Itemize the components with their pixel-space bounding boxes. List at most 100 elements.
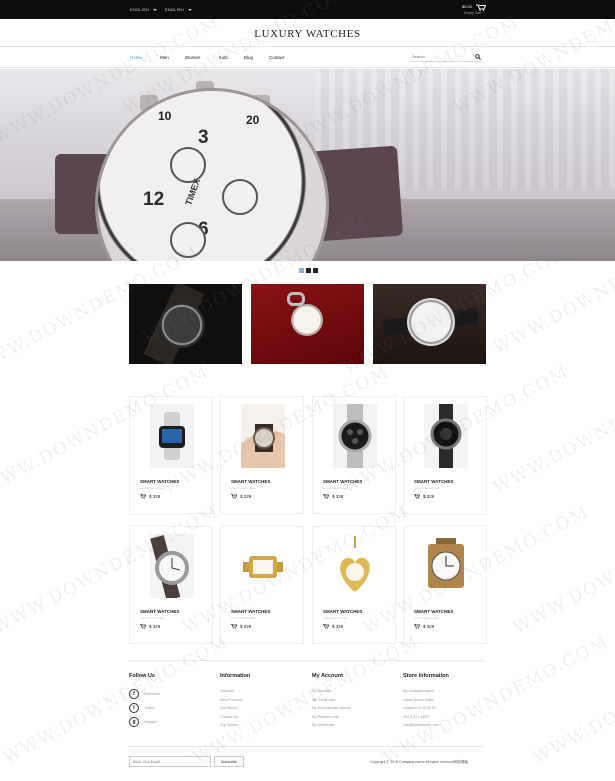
product-image[interactable]	[333, 534, 377, 598]
product-card[interactable]: SMART WATCHES Lorem ipsum dolor $ 329	[312, 526, 396, 644]
footer-link[interactable]: Top Sellers	[220, 721, 250, 730]
product-name[interactable]: SMART WATCHES	[414, 479, 453, 484]
product-image[interactable]	[150, 404, 194, 468]
nav-item-kids[interactable]: Kids	[219, 55, 244, 63]
price-value: $ 329	[240, 494, 252, 499]
product-name[interactable]: SMART WATCHES	[323, 609, 362, 614]
subdial	[222, 179, 258, 215]
add-to-cart-icon[interactable]	[231, 624, 240, 630]
product-image[interactable]	[424, 404, 468, 468]
facebook-icon: f	[129, 689, 139, 699]
product-price: $ 329	[414, 624, 434, 630]
slider-dot[interactable]	[299, 268, 304, 273]
currency-selector[interactable]: ENGLISH	[165, 7, 192, 12]
social-label: Google+	[144, 720, 158, 724]
product-name[interactable]: SMART WATCHES	[140, 479, 179, 484]
footer-link[interactable]: My Credit slips	[312, 696, 351, 705]
footer-link[interactable]: Contact Us	[220, 713, 250, 722]
subdial	[170, 147, 206, 183]
bezel-number: 20	[246, 113, 260, 127]
nav-item-women[interactable]: Women	[185, 55, 219, 63]
footer-link[interactable]: My Addresses	[312, 721, 351, 730]
subscribe-button[interactable]: Subscribe	[214, 756, 244, 767]
social-facebook[interactable]: f Facebook	[129, 687, 160, 701]
currency-label: ENGLISH	[165, 7, 184, 12]
product-name[interactable]: SMART WATCHES	[323, 479, 362, 484]
add-to-cart-icon[interactable]	[140, 494, 149, 500]
watermark-text: WWW.DOWNDEMO.COM	[0, 631, 233, 769]
watermark-text: WWW.DOWNDEMO.COM	[530, 631, 615, 769]
slider-dot[interactable]	[306, 268, 311, 273]
add-to-cart-icon[interactable]	[323, 624, 332, 630]
footer-link[interactable]: New Products	[220, 696, 250, 705]
language-selector[interactable]: ENGLISH	[130, 7, 157, 12]
product-image[interactable]	[241, 534, 285, 598]
nav-item-home[interactable]: Home	[130, 55, 160, 63]
dial-number: 3	[198, 127, 209, 148]
product-image[interactable]	[241, 404, 285, 468]
nav-item-men[interactable]: Men	[160, 55, 185, 63]
product-price: $ 329	[323, 624, 343, 630]
footer-heading: Follow Us	[129, 673, 155, 679]
social-label: Facebook	[144, 692, 160, 696]
add-to-cart-icon[interactable]	[414, 494, 423, 500]
product-name[interactable]: SMART WATCHES	[140, 609, 179, 614]
product-name[interactable]: SMART WATCHES	[231, 609, 270, 614]
social-label: Twitter	[144, 706, 155, 710]
footer-link[interactable]: My Merchandise returns	[312, 704, 351, 713]
cart-amount: $0.00	[462, 4, 473, 9]
footer-link[interactable]: My Personal info	[312, 713, 351, 722]
watch-image	[291, 304, 323, 336]
product-description: Lorem ipsum dolor	[323, 486, 348, 490]
footer-link[interactable]: Specials	[220, 687, 250, 696]
add-to-cart-icon[interactable]	[323, 494, 332, 500]
store-info-line: My company name,	[403, 689, 435, 693]
product-card[interactable]: SMART WATCHES Lorem ipsum dolor $ 329	[312, 396, 396, 514]
product-image[interactable]	[150, 534, 194, 601]
hero-slider[interactable]: 10 20 3 6 12 TIMEX	[0, 69, 615, 261]
promo-tile[interactable]	[129, 284, 242, 364]
footer-store-information: Store Information My company name, Lorem…	[403, 673, 449, 730]
nav-item-contact[interactable]: Contact	[269, 55, 299, 63]
product-image[interactable]	[424, 534, 468, 598]
add-to-cart-icon[interactable]	[414, 624, 423, 630]
social-google[interactable]: g Google+	[129, 715, 160, 729]
promo-tile[interactable]	[251, 284, 364, 364]
slider-dot[interactable]	[313, 268, 318, 273]
search-input[interactable]	[412, 54, 472, 59]
social-twitter[interactable]: t Twitter	[129, 701, 160, 715]
add-to-cart-icon[interactable]	[231, 494, 240, 500]
footer-link[interactable]: My Account	[312, 687, 351, 696]
product-image[interactable]	[333, 404, 377, 468]
product-name[interactable]: SMART WATCHES	[414, 609, 453, 614]
newsletter-email-input[interactable]	[129, 756, 211, 767]
product-card[interactable]: SMART WATCHES Lorem ipsum dolor $ 329	[403, 396, 487, 514]
product-card[interactable]: SMART WATCHES Lorem ipsum dolor $ 329	[220, 526, 304, 644]
product-price: $ 329	[323, 494, 343, 500]
product-description: Lorem ipsum dolor	[231, 616, 256, 620]
promo-tile[interactable]	[373, 284, 486, 364]
product-description: Lorem ipsum dolor	[414, 486, 439, 490]
product-card[interactable]: SMART WATCHES Lorem ipsum dolor $ 329	[129, 396, 213, 514]
store-info-line: Gurgaon Dr #702 SS	[403, 706, 437, 710]
product-name[interactable]: SMART WATCHES	[231, 479, 270, 484]
main-nav: Home Men Women Kids Blog Contact	[130, 55, 299, 63]
product-price: $ 329	[414, 494, 434, 500]
store-info-line: info@loremipsum.com	[403, 723, 439, 727]
product-card[interactable]: SMART WATCHES Lorem ipsum dolor $ 329	[220, 396, 304, 514]
nav-item-blog[interactable]: Blog	[244, 55, 269, 63]
product-description: Lorem ipsum dolor	[140, 616, 165, 620]
product-card[interactable]: SMART WATCHES Lorem ipsum dolor $ 329	[129, 526, 213, 644]
store-info-line: +91 0 321 43327	[403, 714, 431, 719]
cart-icon	[476, 4, 486, 11]
cart-widget[interactable]: $0.00 Empty Cart	[462, 4, 492, 17]
product-card[interactable]: SMART WATCHES Lorem ipsum dolor $ 329	[403, 526, 487, 644]
footer-link[interactable]: Our Stores	[220, 704, 250, 713]
language-label: ENGLISH	[130, 7, 149, 12]
footer-information: Information Specials New Products Our St…	[220, 673, 250, 730]
search-icon[interactable]	[475, 54, 481, 60]
site-logo[interactable]: LUXURY WATCHES	[0, 28, 615, 40]
product-description: Lorem ipsum dolor	[414, 616, 439, 620]
footer-heading: My Account	[312, 673, 343, 679]
add-to-cart-icon[interactable]	[140, 624, 149, 630]
